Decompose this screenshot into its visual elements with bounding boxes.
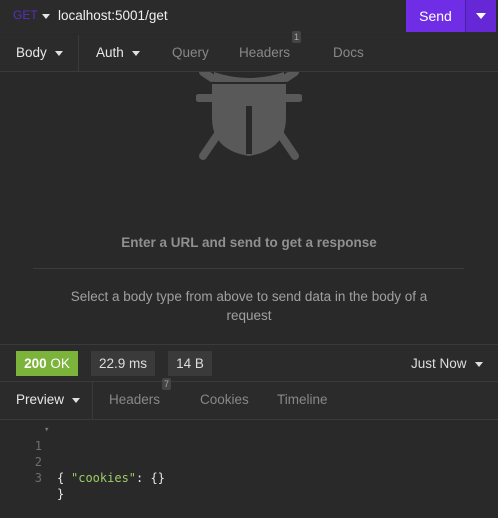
- empty-state-title: Enter a URL and send to get a response: [121, 235, 377, 250]
- status-badge: 200 OK: [16, 351, 78, 376]
- json-value: {}: [150, 471, 165, 485]
- tab-body[interactable]: Body: [16, 35, 63, 71]
- line-number: 2: [34, 455, 42, 469]
- tab-divider: [78, 35, 79, 72]
- url-input[interactable]: localhost:5001/get: [58, 8, 168, 23]
- tab-query[interactable]: Query: [172, 35, 209, 71]
- request-tabs: Body Auth Query Headers1 Docs: [0, 31, 498, 72]
- chevron-down-icon: [474, 361, 483, 367]
- json-brace: }: [57, 487, 65, 501]
- tab-docs[interactable]: Docs: [333, 35, 364, 71]
- divider: [33, 268, 464, 269]
- tab-auth-label: Auth: [96, 45, 124, 60]
- send-divider: [465, 0, 466, 32]
- send-options-chevron-down-icon[interactable]: [465, 0, 496, 32]
- tab-query-label: Query: [172, 45, 209, 60]
- response-history-dropdown[interactable]: Just Now: [411, 351, 483, 376]
- send-button[interactable]: Send: [406, 0, 465, 32]
- chevron-down-icon[interactable]: [42, 14, 50, 19]
- chevron-down-icon: [72, 397, 81, 403]
- method-selector[interactable]: GET: [13, 8, 38, 22]
- empty-state-description: Select a body type from above to send da…: [70, 289, 428, 323]
- tab-timeline-label: Timeline: [277, 392, 328, 407]
- tab-docs-label: Docs: [333, 45, 364, 60]
- json-separator: :: [136, 471, 151, 485]
- response-time-badge: 22.9 ms: [91, 351, 155, 376]
- tab-body-label: Body: [16, 45, 47, 60]
- headers-count-badge: 1: [292, 31, 302, 43]
- response-headers-count-badge: 7: [162, 378, 172, 390]
- tab-divider: [92, 382, 93, 420]
- json-entry: "cookies": {}: [71, 470, 165, 486]
- tab-auth[interactable]: Auth: [96, 35, 140, 71]
- tab-preview[interactable]: Preview: [16, 382, 81, 418]
- line-number: 1: [34, 439, 42, 453]
- tab-headers[interactable]: Headers1: [239, 31, 302, 71]
- bug-icon: [196, 72, 302, 160]
- history-label: Just Now: [411, 356, 467, 371]
- tab-response-headers[interactable]: Headers7: [109, 378, 172, 418]
- tab-timeline[interactable]: Timeline: [277, 382, 328, 418]
- code-line: 1 ▾ {: [0, 422, 64, 485]
- response-tabs: Preview Headers7 Cookies Timeline: [0, 378, 498, 420]
- tab-response-headers-label: Headers: [109, 392, 161, 407]
- chevron-down-icon: [131, 50, 140, 56]
- tab-headers-label: Headers: [239, 45, 291, 60]
- tab-cookies[interactable]: Cookies: [200, 382, 249, 418]
- json-key: "cookies": [71, 471, 137, 485]
- status-text: OK: [50, 356, 70, 371]
- line-number: 3: [34, 471, 42, 485]
- tab-preview-label: Preview: [16, 392, 65, 407]
- code-line: 2 "cookies": {}: [0, 438, 165, 485]
- fold-arrow-icon[interactable]: ▾: [44, 422, 49, 438]
- code-line: 3 }: [0, 454, 64, 501]
- status-code: 200: [24, 356, 47, 371]
- tab-cookies-label: Cookies: [200, 392, 249, 407]
- response-size-badge: 14 B: [168, 351, 212, 376]
- chevron-down-icon: [54, 50, 63, 56]
- json-brace: {: [57, 471, 65, 485]
